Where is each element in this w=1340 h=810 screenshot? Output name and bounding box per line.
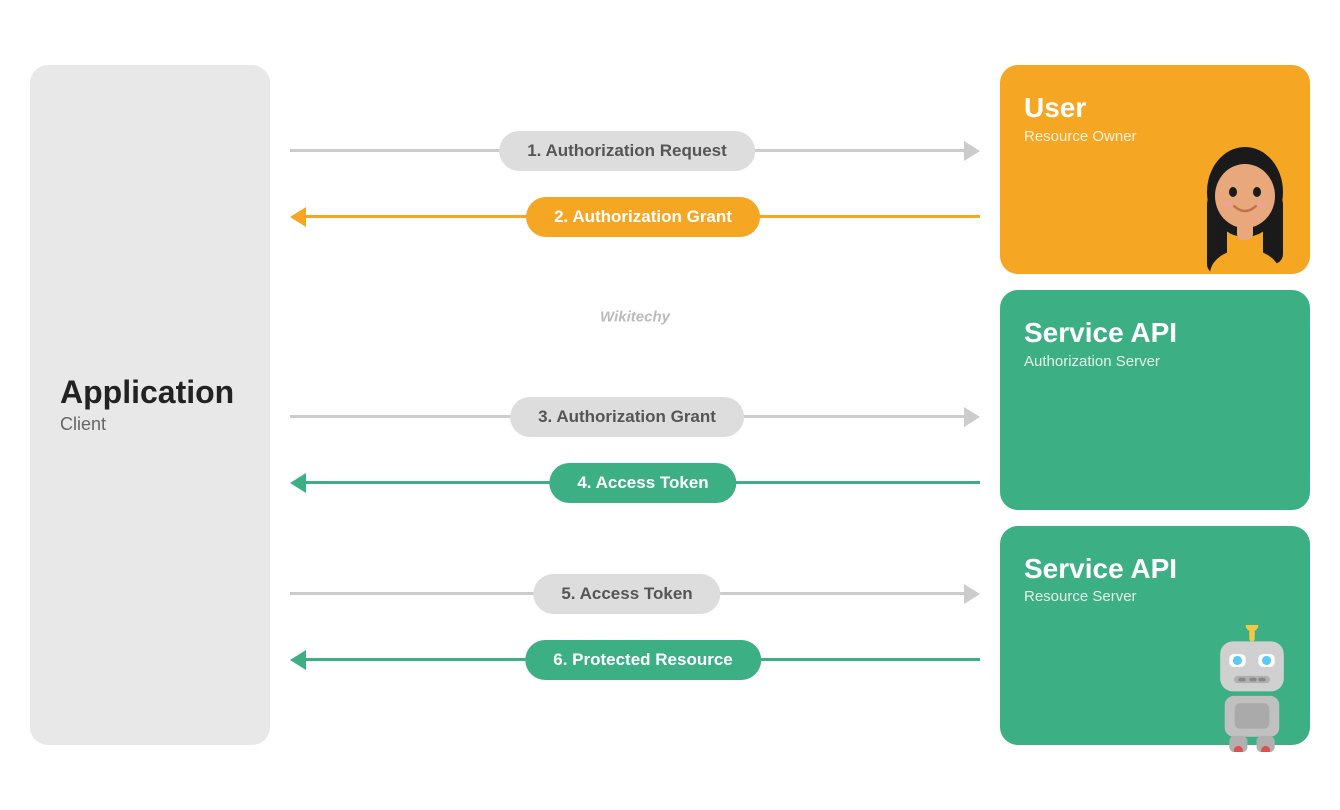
resource-server-title: Service API <box>1024 554 1286 585</box>
arrow-line-4: 4. Access Token <box>306 481 980 484</box>
arrow-line-2: 2. Authorization Grant <box>306 215 980 218</box>
arrow-line-5: 5. Access Token <box>290 592 964 595</box>
arrowhead-right-3 <box>964 407 980 427</box>
arrow-row-5: 5. Access Token <box>290 568 980 620</box>
flow-group-2: 3. Authorization Grant 4. Access Token <box>290 391 980 509</box>
pill-2: 2. Authorization Grant <box>526 197 760 237</box>
auth-server-panel: Service API Authorization Server <box>1000 290 1310 509</box>
user-panel: User Resource Owner <box>1000 65 1310 274</box>
diagram-container: Application Client 1. Authorization Requ… <box>0 0 1340 810</box>
auth-server-subtitle: Authorization Server <box>1024 353 1286 370</box>
arrow-line-6: 6. Protected Resource <box>306 658 980 661</box>
user-panel-title: User <box>1024 93 1286 124</box>
arrowhead-left-6 <box>290 650 306 670</box>
user-avatar <box>1190 134 1300 274</box>
pill-6: 6. Protected Resource <box>525 640 761 680</box>
pill-4: 4. Access Token <box>549 463 736 503</box>
resource-server-panel: Service API Resource Server <box>1000 526 1310 745</box>
client-subtitle: Client <box>60 414 106 435</box>
arrow-line-1: 1. Authorization Request <box>290 149 964 152</box>
flow-group-1: 1. Authorization Request 2. Authorizatio… <box>290 125 980 243</box>
arrow-line-3: 3. Authorization Grant <box>290 415 964 418</box>
arrow-row-2: 2. Authorization Grant <box>290 191 980 243</box>
arrowhead-left-4 <box>290 473 306 493</box>
pill-5: 5. Access Token <box>533 574 720 614</box>
pill-3: 3. Authorization Grant <box>510 397 744 437</box>
arrows-area: 1. Authorization Request 2. Authorizatio… <box>270 65 1000 745</box>
arrow-row-1: 1. Authorization Request <box>290 125 980 177</box>
right-panels: User Resource Owner <box>1000 65 1310 745</box>
arrow-row-4: 4. Access Token <box>290 457 980 509</box>
watermark-container: Wikitechy <box>290 302 980 332</box>
arrowhead-right-5 <box>964 584 980 604</box>
arrow-row-6: 6. Protected Resource <box>290 634 980 686</box>
arrowhead-right-1 <box>964 141 980 161</box>
watermark: Wikitechy <box>600 308 670 325</box>
robot-avatar <box>1202 625 1302 745</box>
client-title: Application <box>60 375 234 410</box>
auth-server-title: Service API <box>1024 318 1286 349</box>
resource-server-subtitle: Resource Server <box>1024 588 1286 605</box>
arrow-row-3: 3. Authorization Grant <box>290 391 980 443</box>
flow-group-3: 5. Access Token 6. Protected Resource <box>290 568 980 686</box>
arrowhead-left-2 <box>290 207 306 227</box>
pill-1: 1. Authorization Request <box>499 131 755 171</box>
client-panel: Application Client <box>30 65 270 745</box>
